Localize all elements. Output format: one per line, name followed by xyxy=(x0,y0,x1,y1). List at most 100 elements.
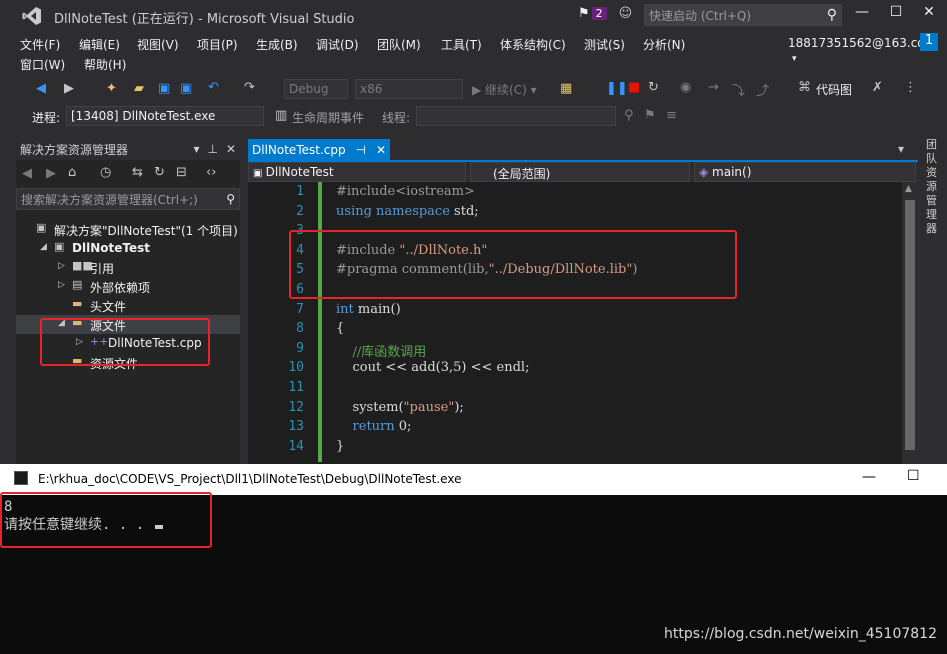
toolbar-options-icon[interactable]: ⋮ xyxy=(904,80,917,95)
vertical-scrollbar[interactable]: ▲ xyxy=(902,182,918,464)
platform-value: x86 xyxy=(360,82,383,96)
menu-view[interactable]: 视图(V) xyxy=(137,36,179,53)
node-icon: ▣ xyxy=(54,240,65,253)
minimize-button[interactable]: — xyxy=(847,4,877,26)
thread-icon[interactable]: ▦ xyxy=(560,81,572,96)
menu-team[interactable]: 团队(M) xyxy=(377,36,421,53)
menu-architecture[interactable]: 体系结构(C) xyxy=(500,36,566,53)
menu-analyze[interactable]: 分析(N) xyxy=(643,36,685,53)
tree-item-label: 头文件 xyxy=(90,300,127,314)
quick-launch-input[interactable]: 快速启动 (Ctrl+Q) ⚲ xyxy=(644,4,842,26)
refresh-icon[interactable]: ↻ xyxy=(154,165,165,180)
scope-dropdown[interactable]: (全局范围) xyxy=(470,162,690,182)
filter-icon[interactable]: ⚲ xyxy=(624,108,634,123)
home-icon[interactable]: ⌂ xyxy=(68,165,76,180)
save-icon[interactable]: ▣ xyxy=(158,81,170,96)
undo-icon[interactable]: ↶ xyxy=(208,80,219,95)
change-tracking-bar xyxy=(318,182,322,462)
line-number: 12 xyxy=(288,399,304,415)
member-dropdown[interactable]: ◈ main() xyxy=(694,162,916,182)
pin-icon[interactable]: ⊣ xyxy=(355,143,365,157)
line-number: 1 xyxy=(296,184,304,199)
restart-icon[interactable]: ↻ xyxy=(648,80,659,95)
close-icon[interactable]: ✕ xyxy=(376,143,386,157)
code-editor[interactable]: 1 #include<iostream> 2 using namespace std;… xyxy=(248,182,918,464)
tab-dllnotetest-cpp[interactable]: DllNoteTest.cpp ⊣ ✕ xyxy=(248,139,390,161)
platform-dropdown[interactable]: x86 xyxy=(355,79,463,99)
breakpoint-icon[interactable]: ✗ xyxy=(872,80,883,95)
close-button[interactable]: ✕ xyxy=(914,4,944,26)
expand-arrow-icon[interactable]: ▷ xyxy=(58,280,70,290)
maximize-button[interactable]: ☐ xyxy=(881,4,911,26)
collapse-all-icon[interactable]: ⊟ xyxy=(176,165,187,180)
scrollbar-thumb[interactable] xyxy=(905,200,915,450)
process-dropdown[interactable]: [13408] DllNoteTest.exe xyxy=(66,106,264,126)
tree-item-label: 解决方案"DllNoteTest"(1 个项目) xyxy=(54,224,238,238)
code-line: using namespace std; xyxy=(336,203,479,219)
collapse-arrow-icon[interactable]: ◢ xyxy=(40,242,52,252)
search-icon: ⚲ xyxy=(826,7,837,23)
menu-help[interactable]: 帮助(H) xyxy=(84,56,126,73)
redo-icon[interactable]: ↷ xyxy=(244,80,255,95)
project-dropdown[interactable]: ▣ DllNoteTest xyxy=(248,162,466,182)
process-value: [13408] DllNoteTest.exe xyxy=(71,109,216,123)
debug-location-toolbar: 进程: [13408] DllNoteTest.exe ▥ 生命周期事件 线程:… xyxy=(0,104,947,130)
continue-button[interactable]: ▶ 继续(C) ▾ xyxy=(468,79,550,99)
sync-icon[interactable]: ⇆ xyxy=(132,165,143,180)
tree-item[interactable]: ▷ ▤ 外部依赖项 xyxy=(16,277,240,296)
menu-window[interactable]: 窗口(W) xyxy=(20,56,65,73)
save-all-icon[interactable]: ▣ xyxy=(180,81,192,96)
forward-icon[interactable]: ▶ xyxy=(64,81,74,96)
close-icon[interactable]: ✕ xyxy=(226,142,236,156)
stack-frame-icon[interactable]: ≡ xyxy=(666,108,677,123)
team-explorer-tab[interactable]: 团队资源管理器 xyxy=(920,138,947,464)
menu-build[interactable]: 生成(B) xyxy=(256,36,298,53)
tree-item-label: 引用 xyxy=(90,262,115,276)
feedback-icon[interactable]: ☺ xyxy=(619,6,633,21)
flag-threads-icon[interactable]: ⚑ xyxy=(644,108,656,123)
menu-file[interactable]: 文件(F) xyxy=(20,36,60,53)
step-out-icon[interactable]: ⤴ xyxy=(756,80,769,99)
pending-changes-icon[interactable]: ◷ xyxy=(100,165,111,180)
tree-item[interactable]: ▬ 头文件 xyxy=(16,296,240,315)
notifications-button[interactable]: ⚑ 2 ☺ xyxy=(578,6,632,21)
thread-dropdown[interactable] xyxy=(416,106,616,126)
tree-item[interactable]: ▷ ■■ 引用 xyxy=(16,258,240,277)
code-map-icon[interactable]: ⌘ xyxy=(798,80,811,95)
expand-arrow-icon[interactable]: ▷ xyxy=(58,261,70,271)
account-badge[interactable]: 1 xyxy=(920,33,938,51)
show-next-statement-icon[interactable]: ◉ xyxy=(680,80,691,95)
pause-icon[interactable]: ❚❚ xyxy=(606,81,628,96)
chevron-down-icon[interactable]: ▾ xyxy=(898,142,904,156)
solution-search-input[interactable]: 搜索解决方案资源管理器(Ctrl+;) ⚲ xyxy=(16,188,240,210)
menu-edit[interactable]: 编辑(E) xyxy=(79,36,120,53)
forward-icon[interactable]: ▶ xyxy=(46,166,56,181)
step-over-icon[interactable]: ⤵ xyxy=(732,80,745,99)
lifecycle-events-button[interactable]: 生命周期事件 xyxy=(292,109,364,126)
menu-test[interactable]: 测试(S) xyxy=(584,36,625,53)
scroll-up-icon[interactable]: ▲ xyxy=(905,184,912,194)
code-line: system("pause"); xyxy=(336,399,464,415)
menu-project[interactable]: 项目(P) xyxy=(197,36,238,53)
new-project-icon[interactable]: ✦ xyxy=(106,81,117,96)
step-into-icon[interactable]: → xyxy=(708,80,719,95)
open-folder-icon[interactable]: ▰ xyxy=(134,81,144,96)
back-icon[interactable]: ◀ xyxy=(36,81,46,96)
solution-explorer-panel: 解决方案资源管理器 ▾ ⊥ ✕ ◀ ▶ ⌂ ◷ ⇆ ↻ ⊟ ‹› 搜索解决方案资… xyxy=(16,138,240,464)
pin-icon[interactable]: ⊥ xyxy=(207,142,217,156)
tree-item[interactable]: ◢ ▣ DllNoteTest xyxy=(16,239,240,258)
configuration-dropdown[interactable]: Debug xyxy=(284,79,348,99)
menu-debug[interactable]: 调试(D) xyxy=(316,36,359,53)
search-icon: ⚲ xyxy=(226,192,235,206)
view-code-icon[interactable]: ‹› xyxy=(206,165,216,180)
chevron-down-icon[interactable]: ▾ xyxy=(193,142,199,156)
member-value: main() xyxy=(712,165,752,179)
code-map-button[interactable]: 代码图 xyxy=(816,81,852,98)
tree-item[interactable]: ▣ 解决方案"DllNoteTest"(1 个项目) xyxy=(16,220,240,239)
process-label: 进程: xyxy=(32,111,61,125)
minimize-button[interactable]: — xyxy=(862,469,876,485)
stop-icon[interactable]: ■ xyxy=(628,80,640,95)
back-icon[interactable]: ◀ xyxy=(22,166,32,181)
menu-tools[interactable]: 工具(T) xyxy=(441,36,482,53)
maximize-button[interactable]: ☐ xyxy=(907,468,920,484)
